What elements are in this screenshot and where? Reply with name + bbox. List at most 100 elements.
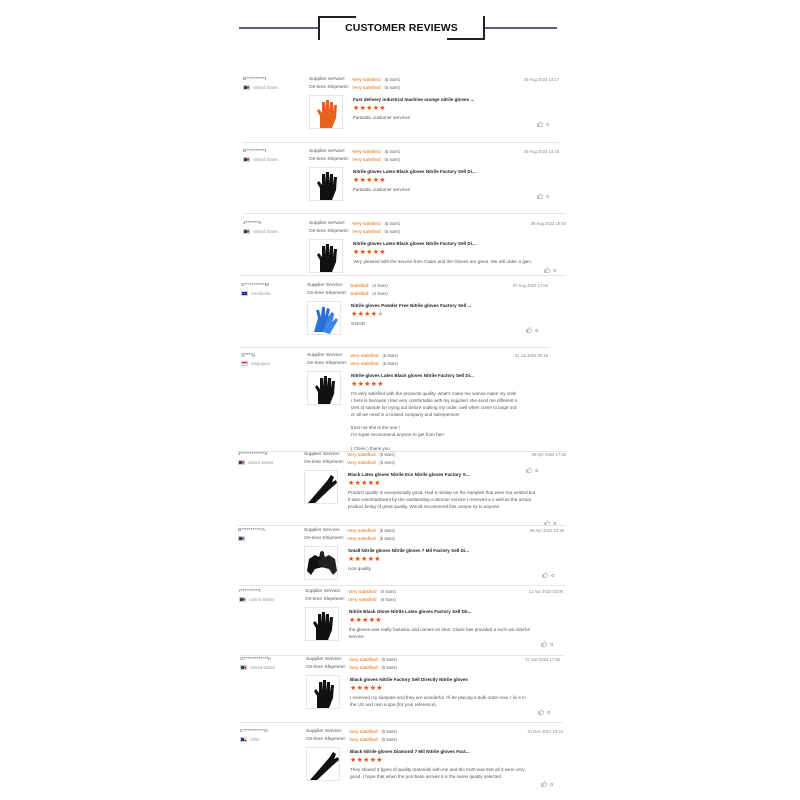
product-title-link[interactable]: Nitrile Black Glove Nitrile Latex gloves… [349, 609, 472, 614]
reviewer-country: United States [243, 157, 278, 162]
shipment-rating-text: Very satisfied [350, 362, 379, 367]
shipment-rating-stars: (5 stars) [379, 460, 395, 465]
review-comment: They shared 3 types of quality materials… [350, 767, 525, 779]
supplier-service-label: Supplier Service: [307, 353, 344, 358]
review-divider [238, 525, 566, 526]
product-thumbnail[interactable] [307, 301, 341, 335]
shipment-rating-text: Satisfied [350, 292, 369, 297]
product-title-link[interactable]: Nitrile gloves Latex Black gloves Nitril… [351, 373, 474, 378]
country-flag-icon [240, 737, 247, 742]
like-count: 0 [553, 268, 556, 274]
product-title-link[interactable]: Fast delivery industrial machine orange … [353, 97, 474, 102]
product-thumbnail[interactable] [306, 747, 340, 781]
product-thumbnail[interactable] [304, 546, 338, 580]
shipment-rating-stars: (5 stars) [379, 536, 395, 541]
like-button[interactable]: 0 [544, 267, 556, 275]
shipment-rating-stars: (5 stars) [381, 665, 397, 670]
supplier-rating-text: Very satisfied [352, 78, 381, 83]
review-comment: nice quality [348, 566, 371, 571]
country-flag-icon [238, 536, 245, 541]
country-flag-icon [241, 361, 248, 366]
supplier-rating-stars: (5 stars) [380, 589, 396, 594]
on-time-shipment-value: Very satisfied (5 stars) [348, 597, 396, 603]
country-flag-icon [240, 665, 247, 670]
thumbs-up-icon [541, 781, 548, 789]
reviewer-country [238, 536, 248, 541]
supplier-service-value: Very satisfied (5 stars) [348, 589, 396, 595]
supplier-rating-text: Very satisfied [352, 222, 381, 227]
product-thumbnail[interactable] [304, 470, 338, 504]
country-name: United States [253, 229, 279, 234]
section-header: CUSTOMER REVIEWS [239, 14, 557, 44]
shipment-rating-text: Very satisfied [352, 86, 381, 91]
supplier-rating-text: Very satisfied [347, 529, 376, 534]
reviewer-country: Chile [240, 737, 260, 742]
product-thumbnail[interactable] [305, 607, 339, 641]
supplier-rating-text: Very satisfied [349, 658, 378, 663]
on-time-shipment-value: Very satisfied (5 stars) [347, 536, 395, 542]
shipment-rating-stars: (5 stars) [384, 229, 400, 234]
product-thumbnail[interactable] [307, 371, 341, 405]
supplier-rating-stars: (5 stars) [382, 353, 398, 358]
supplier-service-label: Supplier Service: [304, 528, 341, 533]
on-time-shipment-label: On-time Shipment: [309, 85, 349, 90]
like-button[interactable]: 0 [537, 193, 549, 201]
review-comment: I received my samples and they are wonde… [350, 695, 526, 707]
review-comment: the gloves was really fantastic and come… [349, 627, 530, 639]
shipment-rating-stars: (5 stars) [382, 361, 398, 366]
product-title-link[interactable]: Nitrile gloves Latex Black gloves Nitril… [353, 241, 476, 246]
product-title-link[interactable]: Nitrile gloves Latex Black gloves Nitril… [353, 169, 476, 174]
supplier-service-value: Very satisfied (5 stars) [349, 657, 397, 663]
shipment-rating-stars: (5 stars) [380, 597, 396, 602]
product-title-link[interactable]: Black gloves Nitrile Factory Sell Direct… [350, 677, 468, 682]
supplier-service-label: Supplier Service: [305, 589, 342, 594]
shipment-rating-stars: (4 stars) [372, 291, 388, 296]
like-button[interactable]: 0 [542, 572, 554, 580]
country-name: Singapore [251, 361, 271, 366]
product-title-link[interactable]: Nitrile gloves Powder Free Nitrile glove… [351, 303, 471, 308]
like-button[interactable]: 0 [526, 327, 538, 335]
review-divider [240, 655, 564, 656]
like-button[interactable]: 0 [541, 781, 553, 789]
on-time-shipment-label: On-time Shipment: [306, 665, 346, 670]
supplier-rating-text: Very satisfied [349, 730, 378, 735]
review-star-rating: ★★★★★ [348, 556, 381, 563]
supplier-service-label: Supplier Service: [306, 657, 343, 662]
product-title-link[interactable]: Black Nitrile gloves Diamond 7 Mil Nitri… [350, 749, 469, 754]
product-thumbnail[interactable] [306, 675, 340, 709]
review-comment: Fantastic customer service!! [353, 187, 411, 192]
shipment-rating-stars: (5 stars) [381, 737, 397, 742]
review-divider [241, 347, 548, 348]
review-comment: I'm very satisfied with the products qua… [351, 391, 518, 452]
review-divider [243, 213, 566, 214]
product-thumbnail[interactable] [309, 95, 343, 129]
like-button[interactable]: 0 [537, 121, 549, 129]
supplier-service-value: Very satisfied (5 stars) [352, 221, 400, 227]
supplier-service-value: Very satisfied (5 stars) [352, 77, 400, 83]
like-count: 0 [550, 642, 553, 648]
reviewer-name: C***********O [240, 729, 268, 734]
review-star-rating: ★★★★★ [353, 249, 386, 256]
product-thumbnail[interactable] [309, 239, 343, 273]
country-name: United States [253, 85, 279, 90]
reviewer-country: United States [238, 460, 273, 465]
on-time-shipment-value: Very satisfied (5 stars) [352, 85, 400, 91]
review-star-rating: ★★★★★ [351, 381, 384, 388]
like-button[interactable]: 0 [526, 467, 538, 475]
product-thumbnail[interactable] [309, 167, 343, 201]
review-star-rating: ★★★★★ [351, 311, 384, 318]
like-button[interactable]: 0 [538, 709, 550, 717]
country-name: United States [249, 597, 275, 602]
review-date: 01 Dec 2021 19:24 [527, 729, 563, 734]
review-date: 29 Aug 2022 14:17 [523, 77, 559, 82]
like-button[interactable]: 0 [541, 641, 553, 649]
thumbs-up-icon [542, 572, 549, 580]
review-star-rating: ★★★★★ [349, 617, 382, 624]
supplier-rating-text: Very satisfied [352, 150, 381, 155]
like-button[interactable]: 0 [544, 520, 556, 528]
product-title-link[interactable]: Small Nitrile gloves Nitrile gloves 7 Mi… [348, 548, 469, 553]
thumbs-up-icon [544, 267, 551, 275]
product-title-link[interactable]: Black Latex gloves Nitrile Eco Nitrile g… [348, 472, 470, 477]
thumbs-up-icon [526, 327, 533, 335]
like-count: 0 [535, 468, 538, 474]
